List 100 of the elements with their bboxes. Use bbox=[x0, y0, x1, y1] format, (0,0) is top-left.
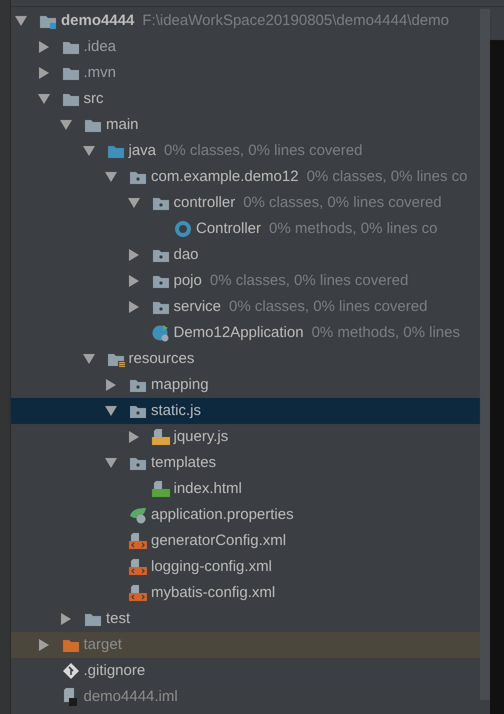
tree-item[interactable]: test bbox=[11, 606, 480, 632]
javascript-file-icon bbox=[152, 429, 170, 445]
tree-item[interactable]: src bbox=[11, 86, 480, 112]
tree-item[interactable]: index.html bbox=[11, 476, 480, 502]
tree-item-label: main bbox=[106, 114, 139, 135]
spring-leaf-icon bbox=[129, 506, 149, 524]
folder-icon bbox=[129, 404, 147, 418]
collapsed-arrow-icon[interactable] bbox=[128, 301, 140, 313]
tree-item[interactable]: mybatis-config.xml bbox=[11, 580, 480, 606]
folder-icon bbox=[62, 92, 80, 106]
scrollbar[interactable] bbox=[480, 9, 490, 700]
tree-item[interactable]: demo4444 F:\ideaWorkSpace20190805\demo4444\demo bbox=[11, 8, 480, 34]
html-file-icon bbox=[152, 481, 170, 497]
tree-item[interactable]: pojo 0% classes, 0% lines covered bbox=[11, 268, 480, 294]
tree-item[interactable]: logging-config.xml bbox=[11, 554, 480, 580]
folder-icon bbox=[152, 196, 170, 210]
expanded-arrow-icon[interactable] bbox=[105, 171, 117, 183]
folder-icon bbox=[152, 274, 170, 288]
tree-item-label: resources bbox=[128, 348, 194, 369]
collapsed-arrow-icon[interactable] bbox=[105, 379, 117, 391]
collapsed-arrow-icon[interactable] bbox=[128, 431, 140, 443]
tree-item-label: service bbox=[174, 296, 222, 317]
coverage-hint: 0% classes, 0% lines covered bbox=[210, 270, 408, 291]
coverage-hint: 0% methods, 0% lines co bbox=[269, 218, 438, 239]
expanded-arrow-icon[interactable] bbox=[82, 353, 94, 365]
collapsed-arrow-icon[interactable] bbox=[38, 67, 50, 79]
collapsed-arrow-icon[interactable] bbox=[38, 639, 50, 651]
folder-icon bbox=[62, 66, 80, 80]
tree-item[interactable]: static.js bbox=[11, 398, 480, 424]
tree-item-label: test bbox=[106, 608, 130, 629]
tree-item[interactable]: service 0% classes, 0% lines covered bbox=[11, 294, 480, 320]
folder-icon bbox=[152, 300, 170, 314]
coverage-hint: 0% classes, 0% lines covered bbox=[243, 192, 442, 213]
tree-item[interactable]: .mvn bbox=[11, 60, 480, 86]
xml-file-icon bbox=[129, 533, 147, 549]
tree-item-label: Demo12Application bbox=[174, 322, 304, 343]
tree-item-label: java bbox=[128, 140, 156, 161]
folder-icon bbox=[106, 144, 124, 158]
tree-item[interactable]: generatorConfig.xml bbox=[11, 528, 480, 554]
expanded-arrow-icon[interactable] bbox=[15, 15, 27, 27]
xml-file-icon bbox=[129, 559, 147, 575]
tree-item-label: static.js bbox=[151, 400, 202, 421]
tree-item-label: mapping bbox=[151, 374, 209, 395]
tree-item[interactable]: application.properties bbox=[11, 502, 480, 528]
folder-icon bbox=[62, 40, 80, 54]
collapsed-arrow-icon[interactable] bbox=[128, 249, 140, 261]
collapsed-arrow-icon[interactable] bbox=[38, 41, 50, 53]
tree-item-label: src bbox=[84, 88, 104, 109]
expanded-arrow-icon[interactable] bbox=[38, 93, 50, 105]
tree-item-label: dao bbox=[174, 244, 199, 265]
tree-item-label: target bbox=[84, 634, 122, 655]
tree-item-label: templates bbox=[151, 452, 216, 473]
tree-item[interactable]: Demo12Application 0% methods, 0% lines bbox=[11, 320, 480, 346]
tree-item[interactable]: Controller 0% methods, 0% lines co bbox=[11, 216, 480, 242]
tree-item[interactable]: controller 0% classes, 0% lines covered bbox=[11, 190, 480, 216]
folder-icon bbox=[84, 118, 102, 132]
tree-item-label: com.example.demo12 bbox=[151, 166, 299, 187]
coverage-hint: 0% methods, 0% lines bbox=[312, 322, 460, 343]
tree-item-label: .idea bbox=[84, 36, 116, 57]
expanded-arrow-icon[interactable] bbox=[60, 119, 72, 131]
folder-icon bbox=[62, 638, 80, 652]
tree-item-label: jquery.js bbox=[174, 426, 228, 447]
folder-icon bbox=[39, 14, 57, 28]
expanded-arrow-icon[interactable] bbox=[128, 197, 140, 209]
tree-item[interactable]: demo4444.iml bbox=[11, 684, 480, 710]
tree-item-label: demo4444 bbox=[61, 10, 134, 31]
tree-item[interactable]: dao bbox=[11, 242, 480, 268]
expanded-arrow-icon[interactable] bbox=[105, 405, 117, 417]
expanded-arrow-icon[interactable] bbox=[105, 457, 117, 469]
tree-item-label: Controller bbox=[196, 218, 262, 239]
collapsed-arrow-icon[interactable] bbox=[60, 613, 72, 625]
tree-item[interactable]: java 0% classes, 0% lines covered bbox=[11, 138, 480, 164]
tree-item[interactable]: jquery.js bbox=[11, 424, 480, 450]
git-icon bbox=[62, 662, 80, 680]
tree-item[interactable]: .idea bbox=[11, 34, 480, 60]
tree-item-label: .mvn bbox=[84, 62, 116, 83]
coverage-hint: 0% classes, 0% lines covered bbox=[164, 140, 362, 161]
tree-item-label: index.html bbox=[174, 478, 242, 499]
module-file-icon bbox=[62, 688, 78, 706]
tree-item[interactable]: resources bbox=[11, 346, 480, 372]
collapsed-arrow-icon[interactable] bbox=[128, 275, 140, 287]
tree-item-label: controller bbox=[174, 192, 236, 213]
folder-icon bbox=[152, 248, 170, 262]
expanded-arrow-icon[interactable] bbox=[82, 145, 94, 157]
tree-item-label: demo4444.iml bbox=[84, 686, 178, 707]
tree-item[interactable]: templates bbox=[11, 450, 480, 476]
class-icon bbox=[174, 220, 192, 238]
tree-item-label: pojo bbox=[174, 270, 202, 291]
tree-item-label: generatorConfig.xml bbox=[151, 530, 286, 551]
tree-item[interactable]: com.example.demo12 0% classes, 0% lines co bbox=[11, 164, 480, 190]
coverage-hint: 0% classes, 0% lines co bbox=[306, 166, 468, 187]
tree-item[interactable]: .gitignore bbox=[11, 658, 480, 684]
tree-item[interactable]: main bbox=[11, 112, 480, 138]
tree-item[interactable]: mapping bbox=[11, 372, 480, 398]
coverage-hint: F:\ideaWorkSpace20190805\demo4444\demo bbox=[142, 10, 449, 31]
tree-item-label: logging-config.xml bbox=[151, 556, 272, 577]
xml-file-icon bbox=[129, 585, 147, 601]
folder-icon bbox=[129, 456, 147, 470]
folder-icon bbox=[84, 612, 102, 626]
tree-item-label: .gitignore bbox=[84, 660, 146, 681]
